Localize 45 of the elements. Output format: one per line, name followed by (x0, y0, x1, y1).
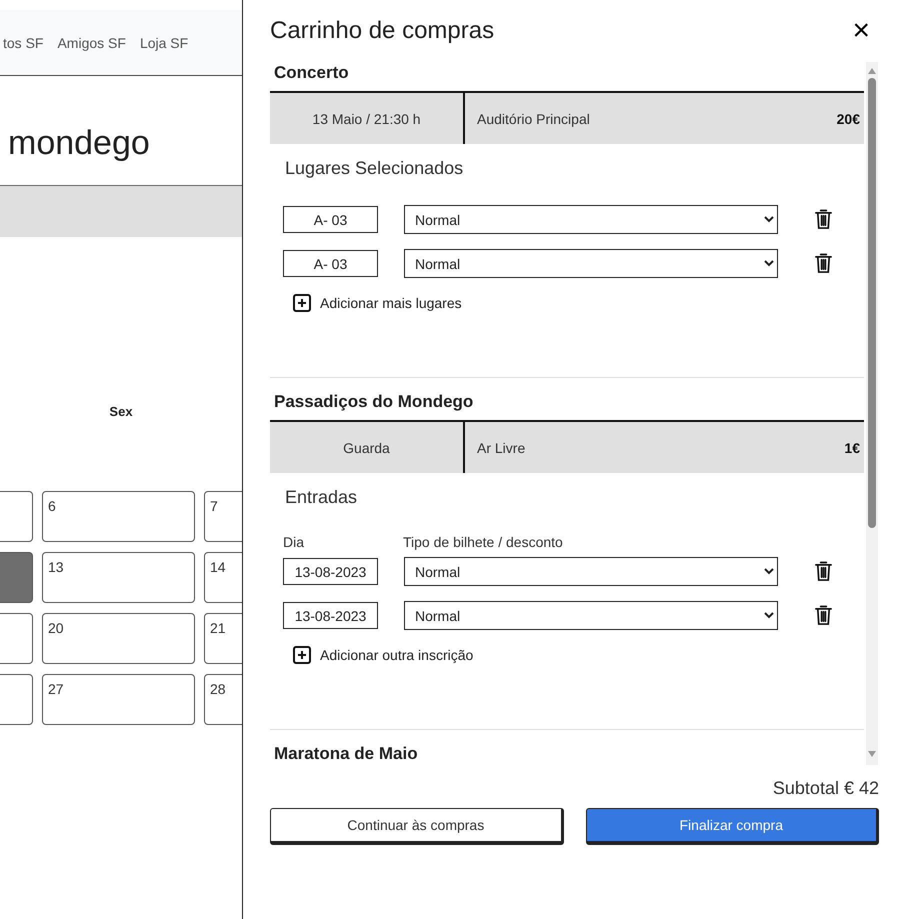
ticket-type-dropdown[interactable]: Normal (404, 205, 778, 234)
event-date-place: 13 Maio / 21:30 h (270, 93, 465, 144)
checkout-button[interactable]: Finalizar compra (586, 808, 879, 845)
close-button[interactable]: × (843, 16, 879, 46)
trash-icon[interactable] (814, 605, 833, 626)
plus-icon (293, 646, 311, 664)
weekday-label: Sex (108, 404, 134, 419)
calendar-day[interactable]: 27 (42, 674, 195, 725)
code-field[interactable]: A- 03 (283, 206, 378, 233)
trash-icon[interactable] (814, 253, 833, 274)
column-label: Tipo de bilhete / desconto (403, 534, 563, 550)
calendar-day[interactable]: 7 (204, 491, 242, 542)
event-date-place: Guarda (270, 422, 465, 473)
calendar-day[interactable]: 28 (204, 674, 242, 725)
calendar-day[interactable]: 20 (42, 613, 195, 664)
code-field[interactable]: 13-08-2023 (283, 558, 378, 585)
calendar-day[interactable]: 13 (42, 552, 195, 603)
code-field[interactable]: A- 03 (283, 250, 378, 277)
nav-link[interactable]: tos SF (3, 34, 44, 50)
event-venue: Ar Livre (476, 440, 526, 456)
add-link[interactable]: Adicionar mais lugares (293, 294, 462, 312)
continue-shopping-button[interactable]: Continuar às compras (270, 808, 564, 845)
ticket-type-dropdown[interactable]: Normal (404, 601, 778, 630)
section-subheading: Lugares Selecionados (284, 157, 464, 179)
event-title: Concerto (273, 62, 350, 84)
ticket-type-dropdown[interactable]: Normal (404, 557, 778, 586)
column-label: Dia (283, 534, 306, 550)
ticket-type-dropdown[interactable]: Normal (404, 249, 778, 278)
scrollbar[interactable] (866, 62, 878, 765)
nav-link[interactable]: Loja SF (140, 34, 188, 50)
nav-link[interactable]: Amigos SF (57, 34, 126, 50)
trash-icon[interactable] (814, 209, 833, 230)
plus-icon (293, 294, 311, 312)
code-field[interactable]: 13-08-2023 (283, 602, 378, 629)
event-title: Maratona de Maio (273, 743, 419, 765)
cart-title: Carrinho de compras (270, 17, 494, 45)
subtotal-text: Subtotal € 42 (772, 778, 879, 799)
event-title: Passadiços do Mondego (273, 391, 474, 413)
trash-icon[interactable] (814, 561, 833, 582)
add-link[interactable]: Adicionar outra inscrição (293, 646, 474, 664)
event-venue: Auditório Principal (476, 110, 591, 126)
calendar-day[interactable]: 6 (42, 491, 195, 542)
event-price: 20€ (836, 110, 861, 126)
event-price: 1€ (844, 440, 861, 456)
section-subheading: Entradas (284, 486, 358, 508)
